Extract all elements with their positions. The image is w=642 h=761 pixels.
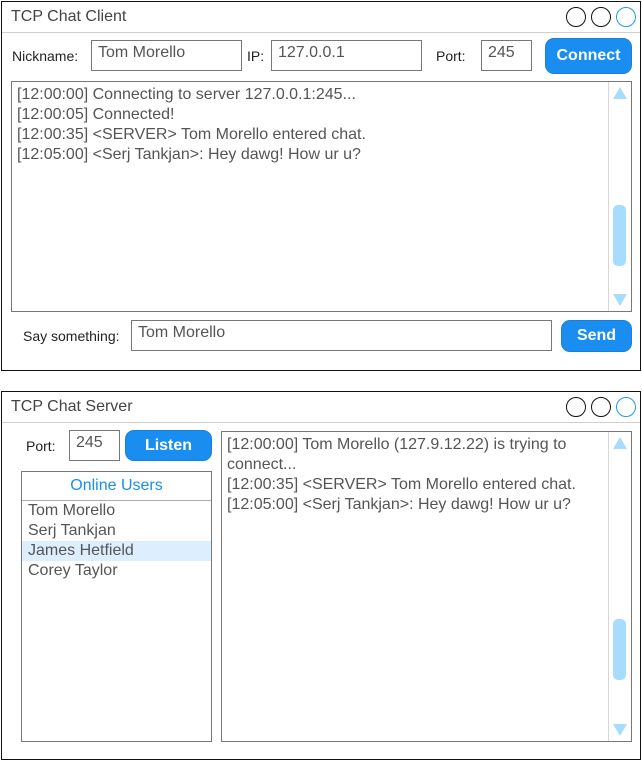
- server-log: [12:00:00] Tom Morello (127.9.12.22) is …: [221, 431, 632, 742]
- user-list-item[interactable]: Serj Tankjan: [22, 521, 211, 541]
- server-titlebar: TCP Chat Server: [2, 392, 640, 423]
- nickname-field[interactable]: Tom Morello: [91, 40, 242, 71]
- scroll-down-icon[interactable]: [613, 294, 627, 306]
- nickname-label: Nickname:: [12, 48, 79, 64]
- server-window-title: TCP Chat Server: [11, 398, 133, 415]
- client-titlebar: TCP Chat Client: [2, 2, 640, 33]
- minimize-button[interactable]: [566, 397, 586, 417]
- user-list: Tom Morello Serj Tankjan James Hetfield Cor…: [22, 501, 211, 581]
- user-list-item[interactable]: Tom Morello: [22, 501, 211, 521]
- ip-field[interactable]: 127.0.0.1: [271, 40, 422, 71]
- server-window: TCP Chat Server Port: 245 Listen Online …: [1, 391, 641, 760]
- user-list-item[interactable]: Corey Taylor: [22, 561, 211, 581]
- say-something-label: Say something:: [23, 328, 120, 344]
- log-line: [12:05:00] <Serj Tankjan>: Hey dawg! How…: [227, 496, 571, 513]
- close-button[interactable]: [616, 397, 636, 417]
- listen-button[interactable]: Listen: [125, 430, 212, 461]
- close-button[interactable]: [616, 7, 636, 27]
- server-log-lines: [12:00:00] Tom Morello (127.9.12.22) is …: [227, 435, 605, 515]
- client-window-title: TCP Chat Client: [11, 8, 127, 25]
- user-list-item[interactable]: James Hetfield: [22, 541, 211, 561]
- log-line: [12:00:35] <SERVER> Tom Morello entered …: [17, 126, 366, 143]
- ip-label: IP:: [247, 48, 265, 64]
- client-log-scrollbar[interactable]: [608, 82, 631, 311]
- maximize-button[interactable]: [591, 7, 611, 27]
- log-line: [12:00:00] Tom Morello (127.9.12.22) is …: [227, 436, 567, 473]
- scroll-up-icon[interactable]: [613, 437, 627, 449]
- scroll-thumb[interactable]: [613, 619, 626, 680]
- client-log-lines: [12:00:00] Connecting to server 127.0.0.…: [17, 85, 605, 165]
- port-field[interactable]: 245: [481, 40, 532, 71]
- connect-button[interactable]: Connect: [545, 38, 632, 74]
- log-line: [12:00:35] <SERVER> Tom Morello entered …: [227, 476, 576, 493]
- server-port-label: Port:: [26, 438, 56, 454]
- log-line: [12:00:05] Connected!: [17, 106, 175, 123]
- log-line: [12:05:00] <Serj Tankjan>: Hey dawg! How…: [17, 146, 361, 163]
- message-input[interactable]: Tom Morello: [131, 320, 552, 351]
- port-label: Port:: [436, 48, 466, 64]
- online-users-panel: Online Users Tom Morello Serj Tankjan Jame…: [21, 471, 212, 742]
- log-line: [12:00:00] Connecting to server 127.0.0.…: [17, 86, 356, 103]
- client-chat-log: [12:00:00] Connecting to server 127.0.0.…: [11, 81, 632, 312]
- server-port-field[interactable]: 245: [69, 430, 120, 461]
- scroll-thumb[interactable]: [613, 205, 626, 266]
- maximize-button[interactable]: [591, 397, 611, 417]
- send-button[interactable]: Send: [561, 320, 632, 352]
- scroll-up-icon[interactable]: [613, 87, 627, 99]
- online-users-header: Online Users: [22, 472, 211, 501]
- client-window: TCP Chat Client Nickname: Tom Morello IP…: [1, 1, 641, 371]
- server-log-scrollbar[interactable]: [608, 432, 631, 741]
- minimize-button[interactable]: [566, 7, 586, 27]
- scroll-down-icon[interactable]: [613, 724, 627, 736]
